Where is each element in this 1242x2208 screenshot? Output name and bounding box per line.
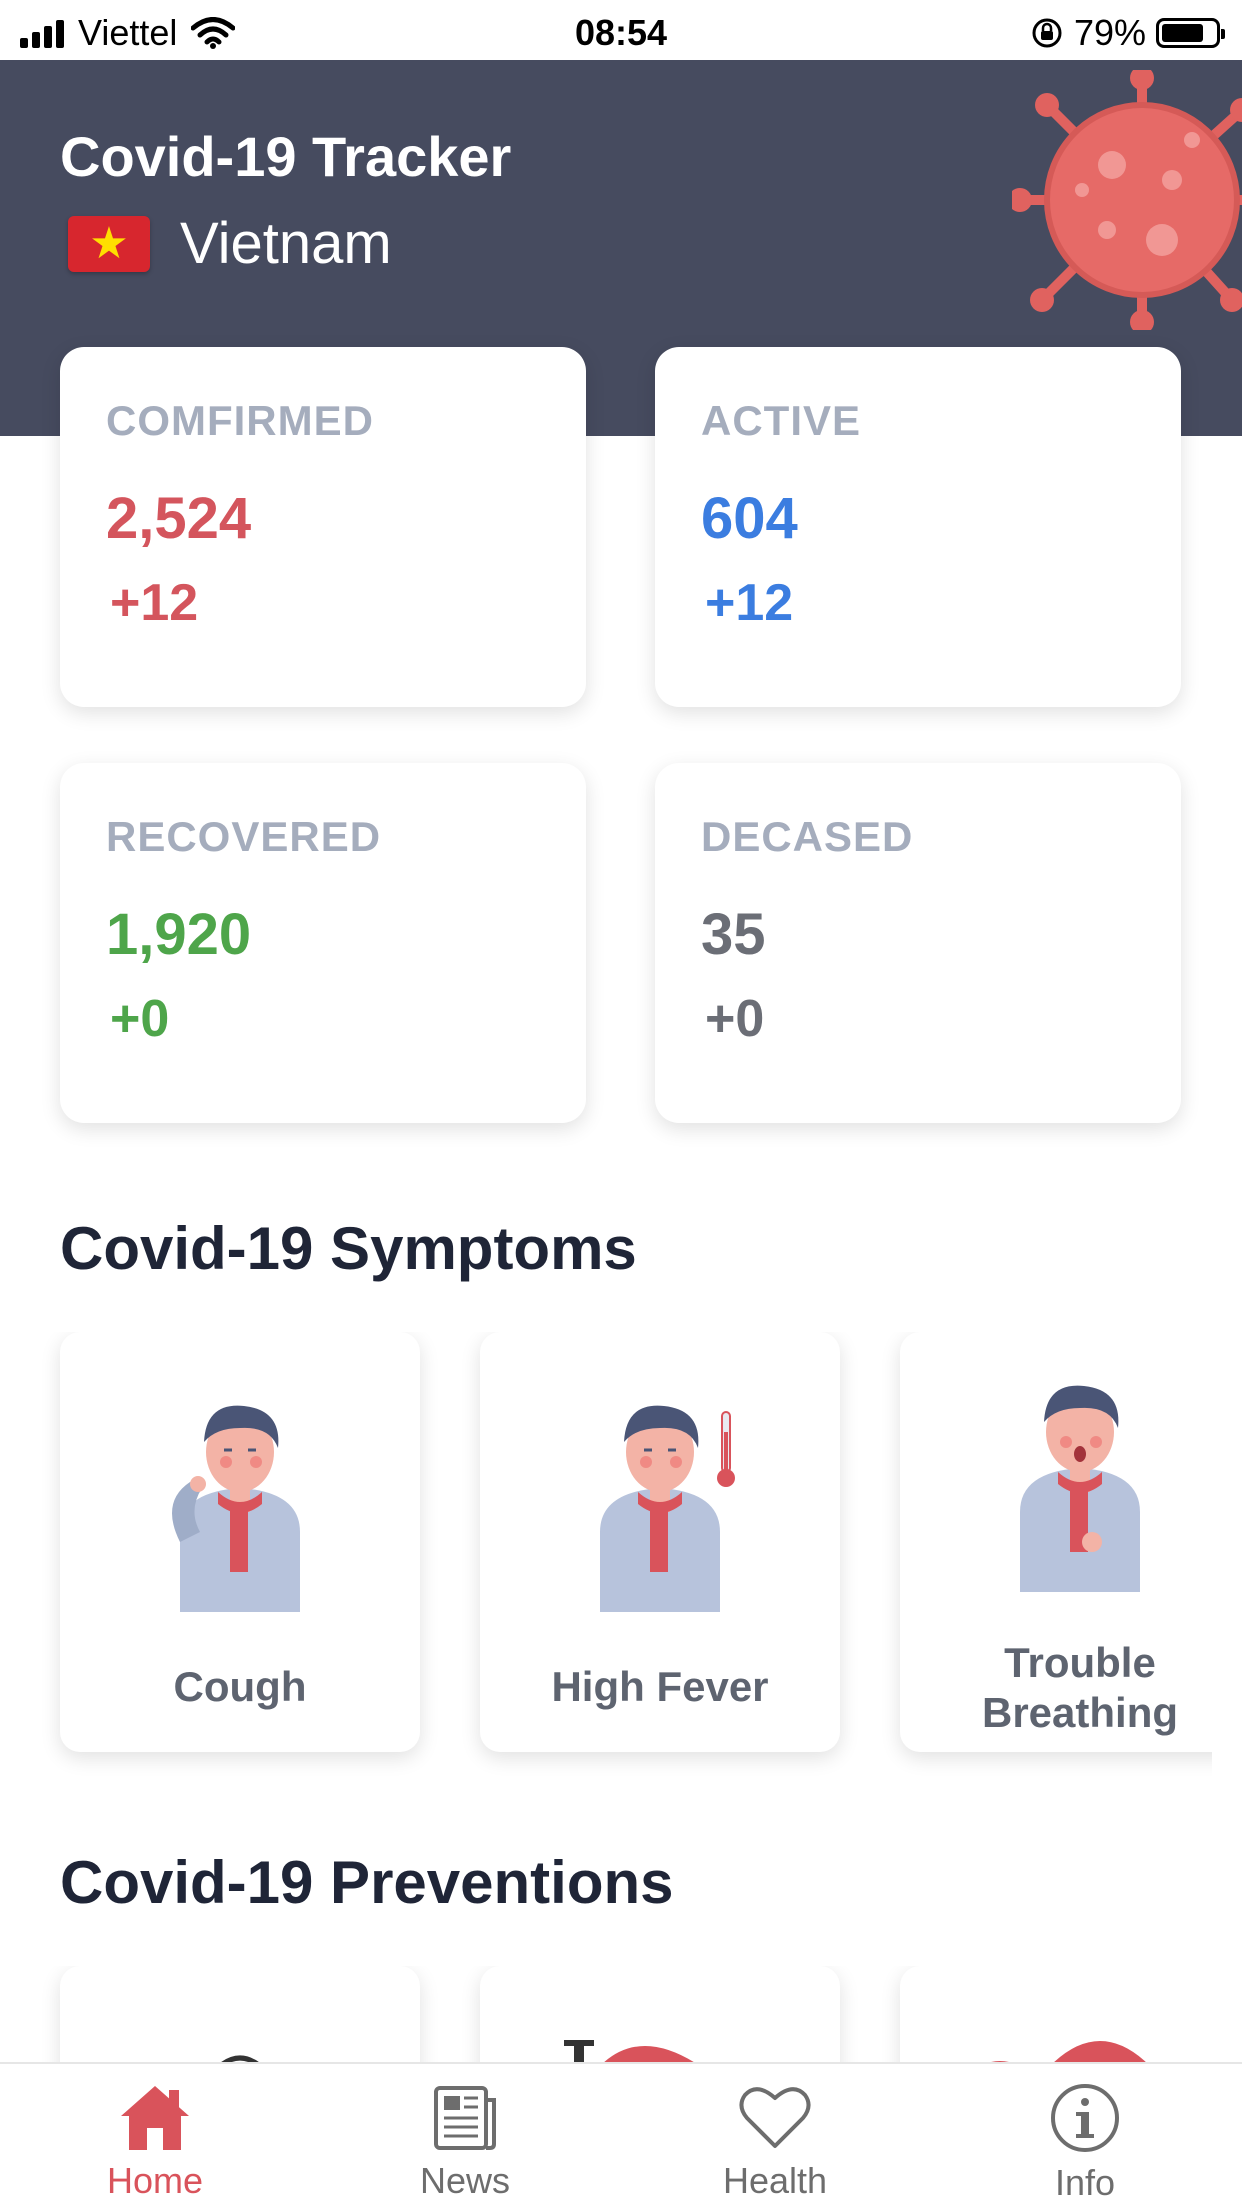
stat-card-deceased: DECASED 35 +0 <box>655 763 1181 1123</box>
tab-info[interactable]: Info <box>985 2082 1185 2204</box>
stat-delta: +12 <box>110 574 199 632</box>
status-bar: Viettel 08:54 79% <box>0 0 1242 60</box>
stat-label: COMFIRMED <box>106 397 374 444</box>
tab-label: News <box>419 2160 511 2201</box>
stat-value: 35 <box>701 902 766 967</box>
stat-delta: +0 <box>110 990 170 1048</box>
stat-card-active: ACTIVE 604 +12 <box>655 347 1181 707</box>
tab-label: Info <box>1054 2162 1116 2203</box>
tab-news[interactable]: News <box>365 2082 565 2202</box>
tab-home[interactable]: Home <box>55 2082 255 2202</box>
stat-card-confirmed: COMFIRMED 2,524 +12 <box>60 347 586 707</box>
symptom-card-trouble-breathing[interactable]: Trouble Breathing <box>900 1332 1212 1752</box>
breathing-illustration-icon <box>1020 1385 1140 1592</box>
country-name: Vietnam <box>180 211 392 276</box>
cough-illustration-icon <box>172 1405 300 1612</box>
heart-icon <box>739 2087 811 2148</box>
orientation-lock-icon <box>1032 18 1062 48</box>
symptom-label: Cough <box>173 1663 307 1710</box>
prevention-illustration-icon <box>991 2041 1146 2062</box>
country-selector[interactable]: ★ Vietnam <box>68 210 392 277</box>
stat-value: 1,920 <box>106 902 252 967</box>
app-title: Covid-19 Tracker <box>60 125 512 188</box>
tab-label: Health <box>722 2160 828 2201</box>
prevention-illustration-icon <box>564 2040 694 2062</box>
prevention-card[interactable] <box>900 1966 1212 2062</box>
info-icon <box>1051 2084 1119 2152</box>
tab-bar: Home News Health Info <box>0 2062 1242 2208</box>
prevention-card[interactable] <box>480 1966 840 2062</box>
symptom-label: Trouble Breathing <box>981 1639 1178 1736</box>
symptom-label: High Fever <box>551 1663 769 1710</box>
stat-value: 604 <box>701 486 798 551</box>
stat-label: RECOVERED <box>106 813 382 860</box>
fever-illustration-icon <box>600 1405 735 1612</box>
tab-label: Home <box>106 2160 204 2201</box>
virus-icon <box>1012 70 1242 330</box>
symptoms-carousel[interactable]: Cough High Fever Trouble Breathing <box>0 1332 1212 1792</box>
stat-delta: +12 <box>705 574 794 632</box>
stat-value: 2,524 <box>106 486 252 551</box>
symptoms-title: Covid-19 Symptoms <box>60 1215 637 1282</box>
stat-card-recovered: RECOVERED 1,920 +0 <box>60 763 586 1123</box>
vietnam-flag-icon: ★ <box>68 215 150 272</box>
stat-delta: +0 <box>705 990 765 1048</box>
prevention-card[interactable] <box>60 1966 420 2062</box>
preventions-title: Covid-19 Preventions <box>60 1849 674 1916</box>
prevention-illustration-icon <box>221 2055 259 2062</box>
symptom-card-cough[interactable]: Cough <box>60 1332 420 1752</box>
preventions-carousel[interactable] <box>0 1966 1212 2062</box>
news-icon <box>434 2086 496 2150</box>
battery-icon <box>1156 18 1225 48</box>
tab-health[interactable]: Health <box>675 2082 875 2202</box>
home-icon <box>121 2086 189 2150</box>
status-right: 79% <box>1030 12 1225 54</box>
battery-percent: 79% <box>1073 12 1146 53</box>
symptom-card-high-fever[interactable]: High Fever <box>480 1332 840 1752</box>
stat-label: DECASED <box>701 813 914 860</box>
stat-label: ACTIVE <box>701 397 862 444</box>
